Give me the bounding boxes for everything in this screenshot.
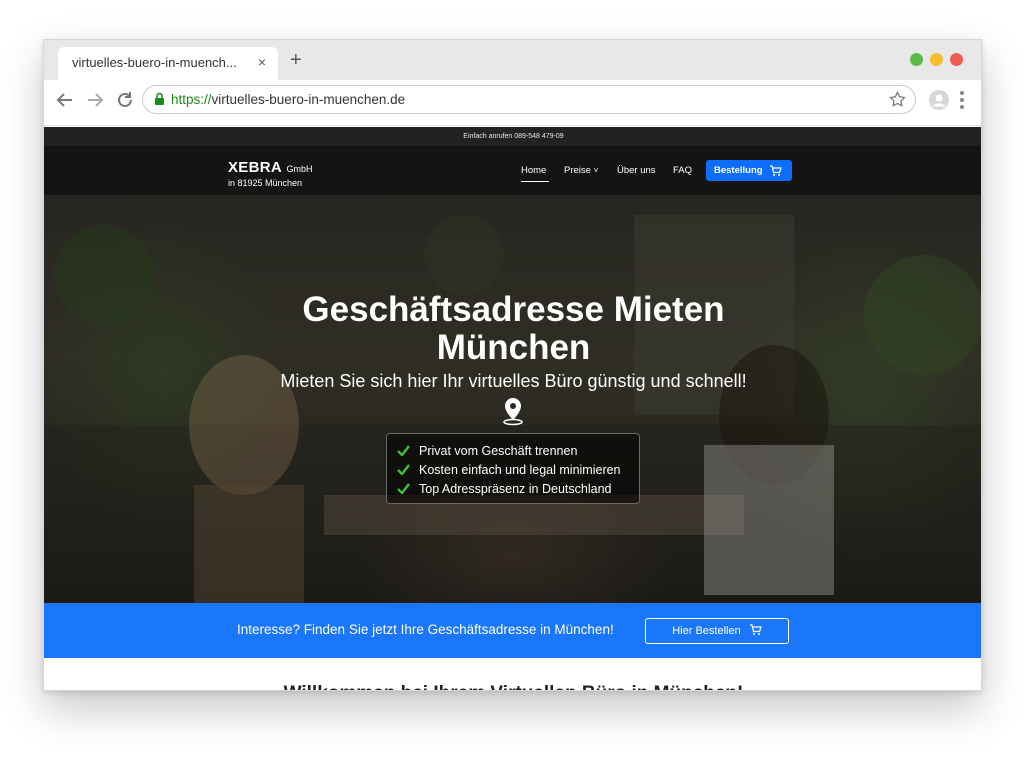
- cart-icon: [749, 624, 762, 635]
- browser-window: virtuelles-buero-in-muench... × + https:…: [43, 39, 982, 691]
- logo-name: XEBRA: [228, 159, 283, 176]
- close-window-dot[interactable]: [950, 53, 963, 66]
- star-icon[interactable]: [888, 90, 907, 114]
- location-pin-icon: [501, 396, 525, 431]
- topbar-phone[interactable]: Einfach anrufen 089-548 479-09: [44, 127, 981, 146]
- hero-section: Geschäftsadresse Mieten München Mieten S…: [44, 195, 981, 603]
- welcome-heading: Willkommen bei Ihrem Virtuellen Büro in …: [44, 683, 981, 690]
- order-now-button[interactable]: Hier Bestellen: [645, 618, 789, 644]
- back-arrow-icon[interactable]: [54, 89, 76, 111]
- feature-item: Kosten einfach und legal minimieren: [397, 460, 629, 479]
- check-icon: [397, 464, 410, 475]
- feature-label: Kosten einfach und legal minimieren: [419, 462, 621, 477]
- site-logo[interactable]: XEBRA GmbH in 81925 München: [228, 159, 312, 188]
- page-viewport: Einfach anrufen 089-548 479-09 XEBRA Gmb…: [44, 127, 981, 690]
- cta-band: Interesse? Finden Sie jetzt Ihre Geschäf…: [44, 603, 981, 658]
- feature-list: Privat vom Geschäft trennen Kosten einfa…: [386, 433, 640, 504]
- cart-icon: [769, 164, 782, 185]
- logo-subtitle: in 81925 München: [228, 178, 303, 188]
- minimize-window-dot[interactable]: [930, 53, 943, 66]
- nav-preise[interactable]: Preise ˅: [564, 165, 598, 176]
- order-button[interactable]: Bestellung: [706, 160, 792, 181]
- logo-suffix: GmbH: [286, 164, 313, 174]
- check-icon: [397, 445, 410, 456]
- tab-strip: virtuelles-buero-in-muench... × +: [44, 40, 981, 80]
- address-bar[interactable]: https://virtuelles-buero-in-muenchen.de: [142, 85, 916, 114]
- nav-preise-label: Preise: [564, 165, 591, 176]
- cta-text: Interesse? Finden Sie jetzt Ihre Geschäf…: [237, 622, 614, 637]
- nav-ueber-uns[interactable]: Über uns: [617, 165, 656, 176]
- site-navbar: XEBRA GmbH in 81925 München Home Preise …: [44, 146, 981, 195]
- feature-label: Privat vom Geschäft trennen: [419, 443, 578, 458]
- welcome-section: Willkommen bei Ihrem Virtuellen Büro in …: [44, 658, 981, 690]
- browser-toolbar: https://virtuelles-buero-in-muenchen.de: [44, 80, 981, 126]
- feature-label: Top Adresspräsenz in Deutschland: [419, 481, 612, 496]
- browser-tab[interactable]: virtuelles-buero-in-muench... ×: [58, 47, 278, 80]
- hero-title: Geschäftsadresse Mieten München: [302, 290, 725, 367]
- tab-close-icon[interactable]: ×: [258, 54, 266, 70]
- kebab-menu-icon[interactable]: [958, 89, 966, 116]
- order-button-label: Bestellung: [714, 165, 763, 176]
- check-icon: [397, 483, 410, 494]
- feature-item: Top Adresspräsenz in Deutschland: [397, 479, 629, 498]
- new-tab-icon[interactable]: +: [290, 50, 302, 70]
- maximize-window-dot[interactable]: [910, 53, 923, 66]
- nav-active-indicator: [521, 181, 549, 182]
- url-text: https://virtuelles-buero-in-muenchen.de: [171, 92, 406, 107]
- reload-icon[interactable]: [114, 89, 136, 111]
- lock-icon: [154, 92, 165, 111]
- hero-subtitle: Mieten Sie sich hier Ihr virtuelles Büro…: [280, 371, 747, 391]
- nav-home[interactable]: Home: [521, 165, 546, 176]
- chevron-down-icon: ˅: [593, 166, 599, 175]
- forward-arrow-icon[interactable]: [84, 89, 106, 111]
- order-now-label: Hier Bestellen: [672, 625, 741, 637]
- nav-faq[interactable]: FAQ: [673, 165, 692, 176]
- feature-item: Privat vom Geschäft trennen: [397, 441, 629, 460]
- tab-title: virtuelles-buero-in-muench...: [72, 55, 237, 70]
- profile-icon[interactable]: [928, 89, 950, 116]
